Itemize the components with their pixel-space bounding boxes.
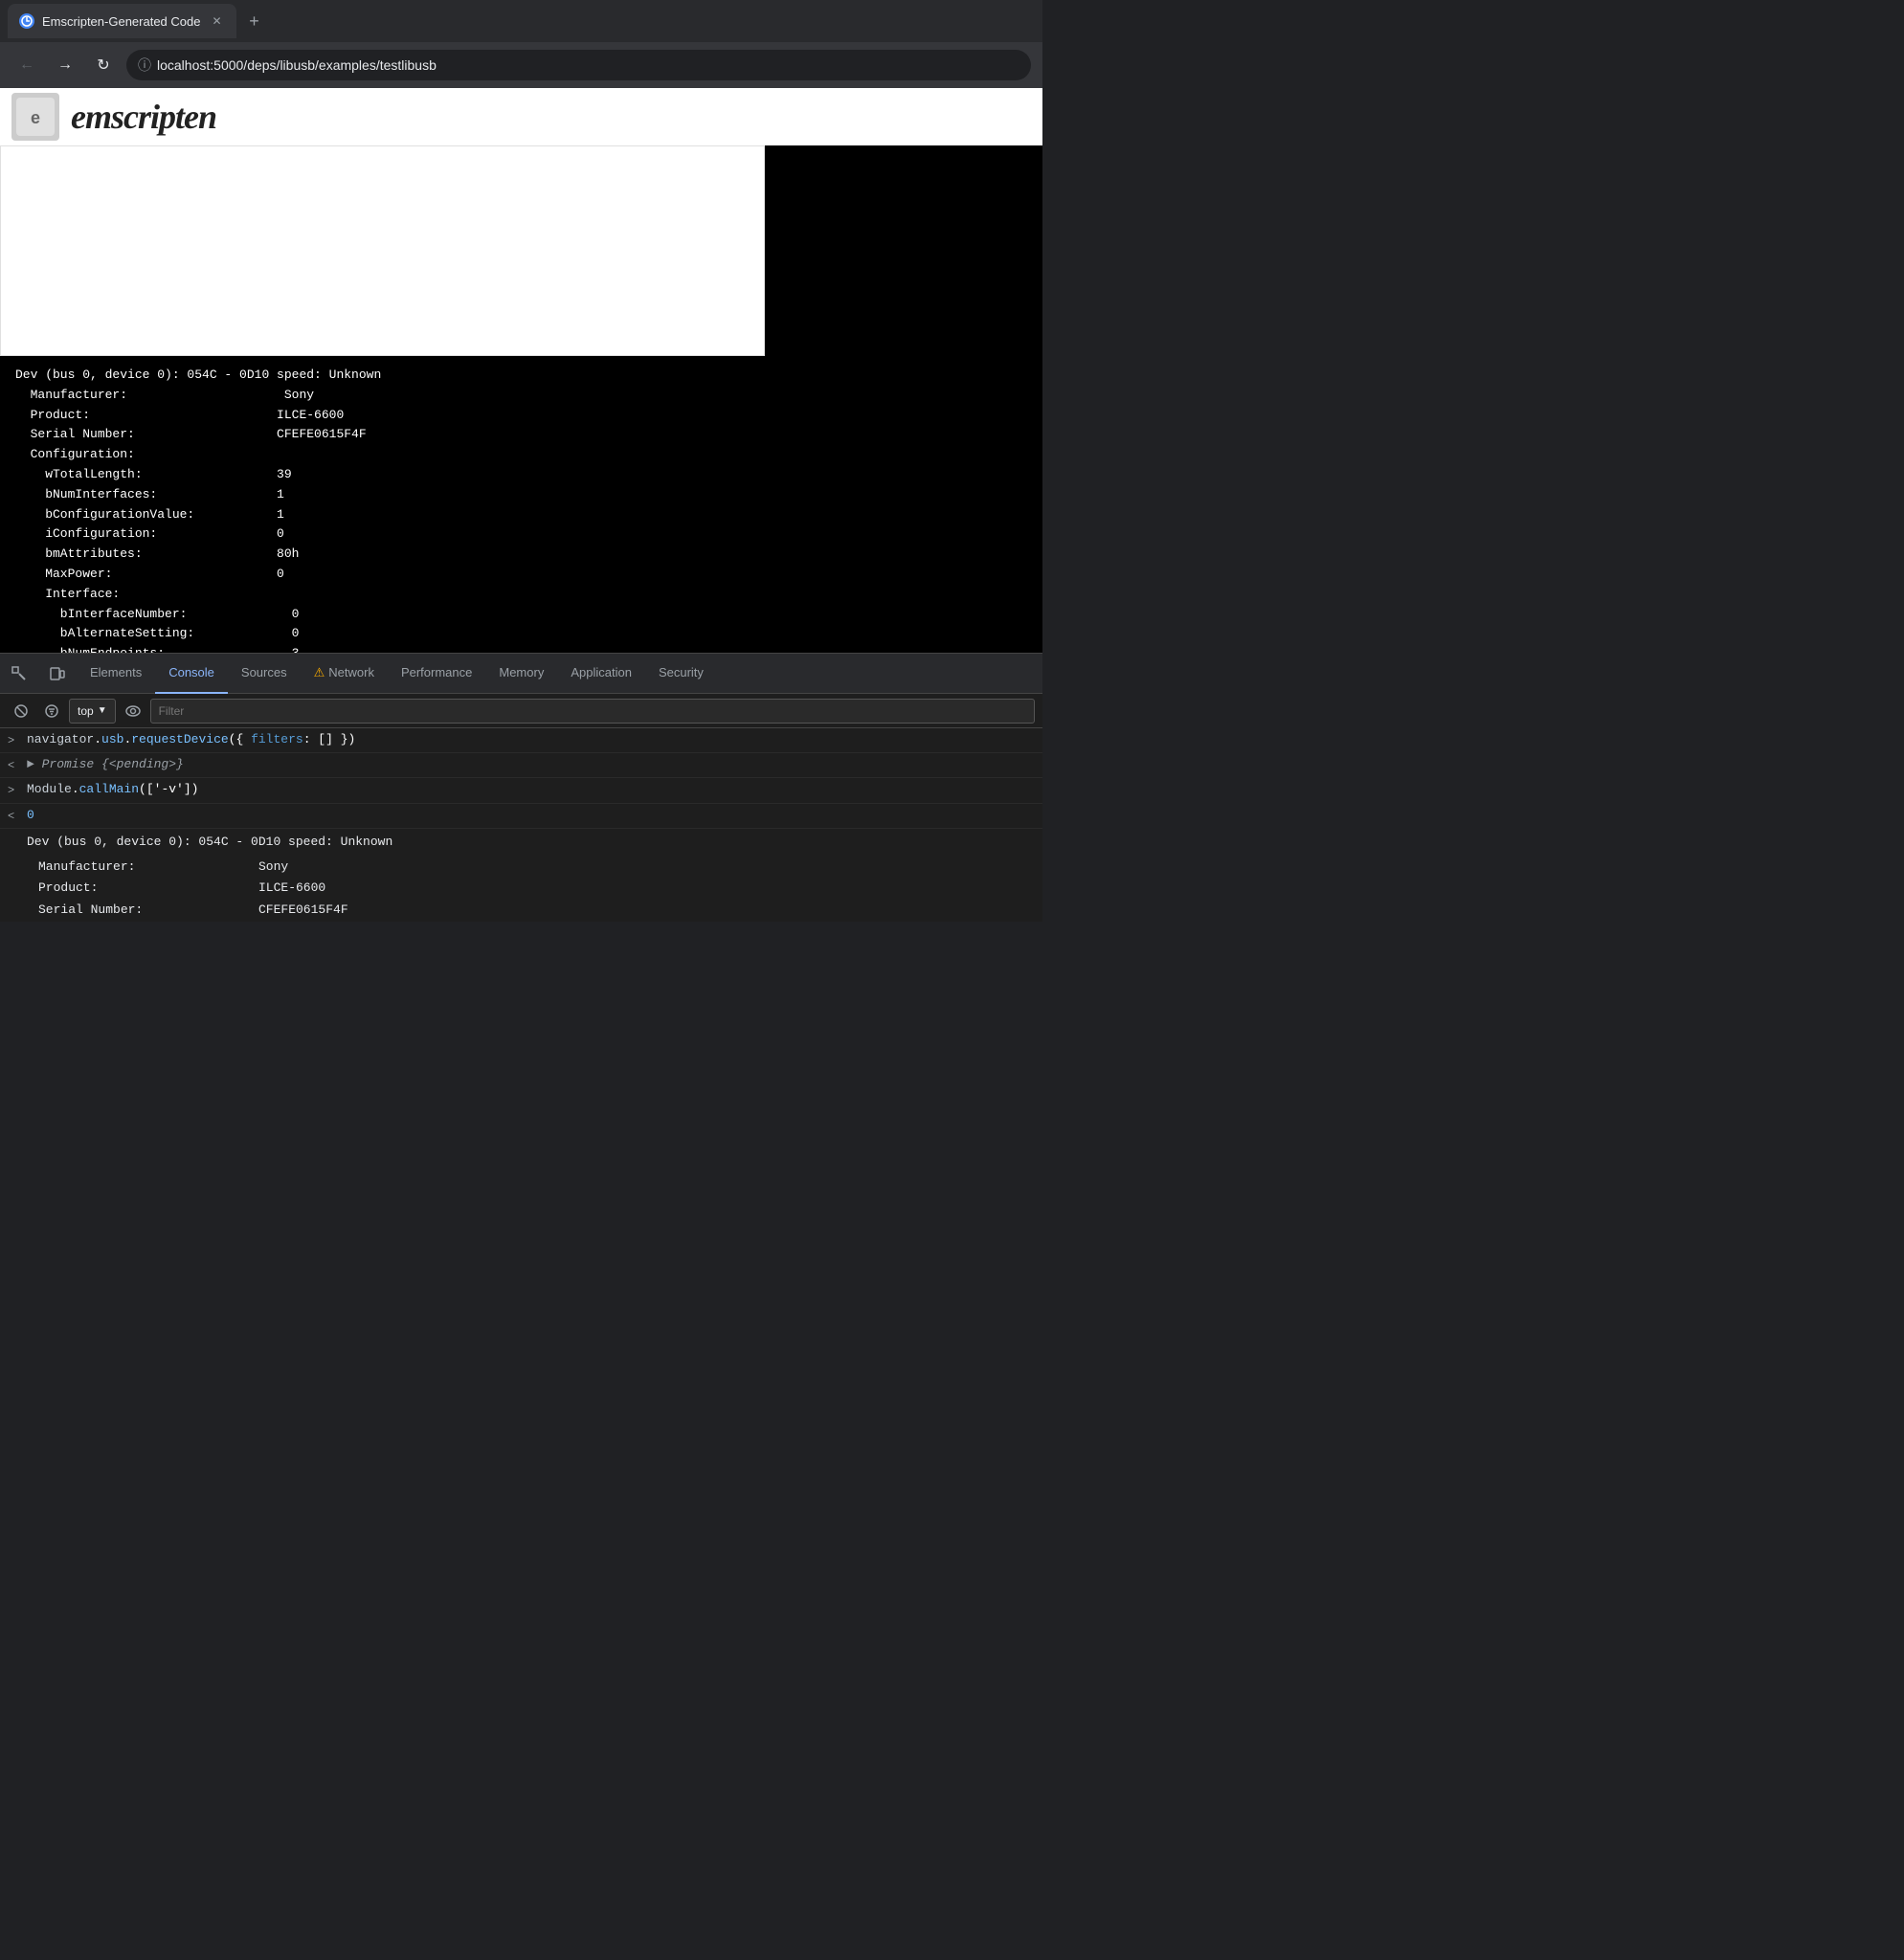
devtools-panel: Elements Console Sources ⚠ Network Perfo… — [0, 653, 1042, 922]
terminal-line-14: bAlternateSetting: 0 — [15, 624, 1027, 644]
terminal-line-2: Manufacturer: Sony — [15, 386, 1027, 406]
context-selector[interactable]: top ▼ — [69, 699, 116, 724]
filter-input[interactable] — [150, 699, 1035, 724]
console-row-manufacturer: Manufacturer: Sony — [0, 857, 1042, 879]
console-text-3: Module.callMain(['-v']) — [27, 780, 1035, 800]
url-text: localhost:5000/deps/libusb/examples/test… — [157, 57, 437, 73]
back-button[interactable]: ← — [11, 50, 42, 80]
terminal-line-5: Configuration: — [15, 445, 1027, 465]
terminal-line-7: bNumInterfaces: 1 — [15, 485, 1027, 505]
address-bar[interactable]: ⓘ localhost:5000/deps/libusb/examples/te… — [126, 50, 1031, 80]
canvas-white — [0, 145, 765, 356]
emscripten-logo: e — [11, 93, 59, 141]
tab-application[interactable]: Application — [557, 654, 645, 694]
terminal-output: Dev (bus 0, device 0): 054C - 0D10 speed… — [0, 356, 1042, 653]
input-arrow-2: > — [8, 780, 27, 800]
console-text-4: 0 — [27, 806, 1035, 826]
tab-title: Emscripten-Generated Code — [42, 14, 200, 29]
forward-button[interactable]: → — [50, 50, 80, 80]
tab-performance[interactable]: Performance — [388, 654, 485, 694]
console-row-product: Product: ILCE-6600 — [0, 878, 1042, 900]
tab-bar: Emscripten-Generated Code ✕ + — [0, 0, 1042, 42]
filter-toggle-button[interactable] — [38, 698, 65, 724]
svg-text:e: e — [31, 108, 40, 127]
page-title: emscripten — [71, 97, 216, 137]
info-icon: ⓘ — [138, 56, 151, 75]
terminal-line-13: bInterfaceNumber: 0 — [15, 605, 1027, 625]
emscripten-header: e emscripten — [0, 88, 1042, 145]
console-line-input-1: > navigator.usb.requestDevice({ filters:… — [0, 728, 1042, 753]
canvas-area — [0, 145, 1042, 356]
output-arrow-1: < — [8, 755, 27, 775]
console-output: > navigator.usb.requestDevice({ filters:… — [0, 728, 1042, 922]
terminal-line-3: Product: ILCE-6600 — [15, 406, 1027, 426]
device-toolbar-button[interactable] — [40, 657, 75, 691]
browser-chrome: Emscripten-Generated Code ✕ + ← → ↻ ⓘ lo… — [0, 0, 1042, 88]
active-tab[interactable]: Emscripten-Generated Code ✕ — [8, 4, 236, 38]
terminal-line-6: wTotalLength: 39 — [15, 465, 1027, 485]
address-bar-row: ← → ↻ ⓘ localhost:5000/deps/libusb/examp… — [0, 42, 1042, 88]
terminal-line-10: bmAttributes: 80h — [15, 545, 1027, 565]
tab-console[interactable]: Console — [155, 654, 228, 694]
console-row-serial: Serial Number: CFEFE0615F4F — [0, 900, 1042, 922]
terminal-line-15: bNumEndpoints: 3 — [15, 644, 1027, 653]
chevron-down-icon: ▼ — [98, 705, 107, 716]
console-section-dev: Dev (bus 0, device 0): 054C - 0D10 speed… — [0, 829, 1042, 857]
terminal-line-9: iConfiguration: 0 — [15, 524, 1027, 545]
network-warning-icon: ⚠ — [314, 665, 325, 680]
new-tab-button[interactable]: + — [240, 8, 267, 34]
console-line-output-1: < ► Promise {<pending>} — [0, 753, 1042, 778]
input-arrow-1: > — [8, 730, 27, 750]
tab-security[interactable]: Security — [645, 654, 717, 694]
terminal-line-11: MaxPower: 0 — [15, 565, 1027, 585]
console-text-1: navigator.usb.requestDevice({ filters: [… — [27, 730, 1035, 750]
tab-favicon — [19, 13, 34, 29]
console-line-input-2: > Module.callMain(['-v']) — [0, 778, 1042, 803]
console-text-2: ► Promise {<pending>} — [27, 755, 1035, 775]
terminal-line-1: Dev (bus 0, device 0): 054C - 0D10 speed… — [15, 366, 1027, 386]
tab-elements[interactable]: Elements — [77, 654, 155, 694]
eye-icon-button[interactable] — [120, 698, 146, 724]
terminal-line-8: bConfigurationValue: 1 — [15, 505, 1027, 525]
terminal-line-12: Interface: — [15, 585, 1027, 605]
canvas-black — [765, 145, 1042, 356]
tab-close-button[interactable]: ✕ — [208, 12, 225, 30]
page-content: e emscripten — [0, 88, 1042, 356]
devtools-tab-bar: Elements Console Sources ⚠ Network Perfo… — [0, 654, 1042, 694]
clear-console-button[interactable] — [8, 698, 34, 724]
terminal-line-4: Serial Number: CFEFE0615F4F — [15, 425, 1027, 445]
tab-sources[interactable]: Sources — [228, 654, 301, 694]
tab-memory[interactable]: Memory — [485, 654, 557, 694]
output-arrow-2: < — [8, 806, 27, 826]
inspect-element-button[interactable] — [2, 657, 36, 691]
console-line-output-2: < 0 — [0, 804, 1042, 829]
console-toolbar: top ▼ — [0, 694, 1042, 728]
tab-network[interactable]: ⚠ Network — [301, 654, 388, 694]
reload-button[interactable]: ↻ — [88, 50, 119, 80]
